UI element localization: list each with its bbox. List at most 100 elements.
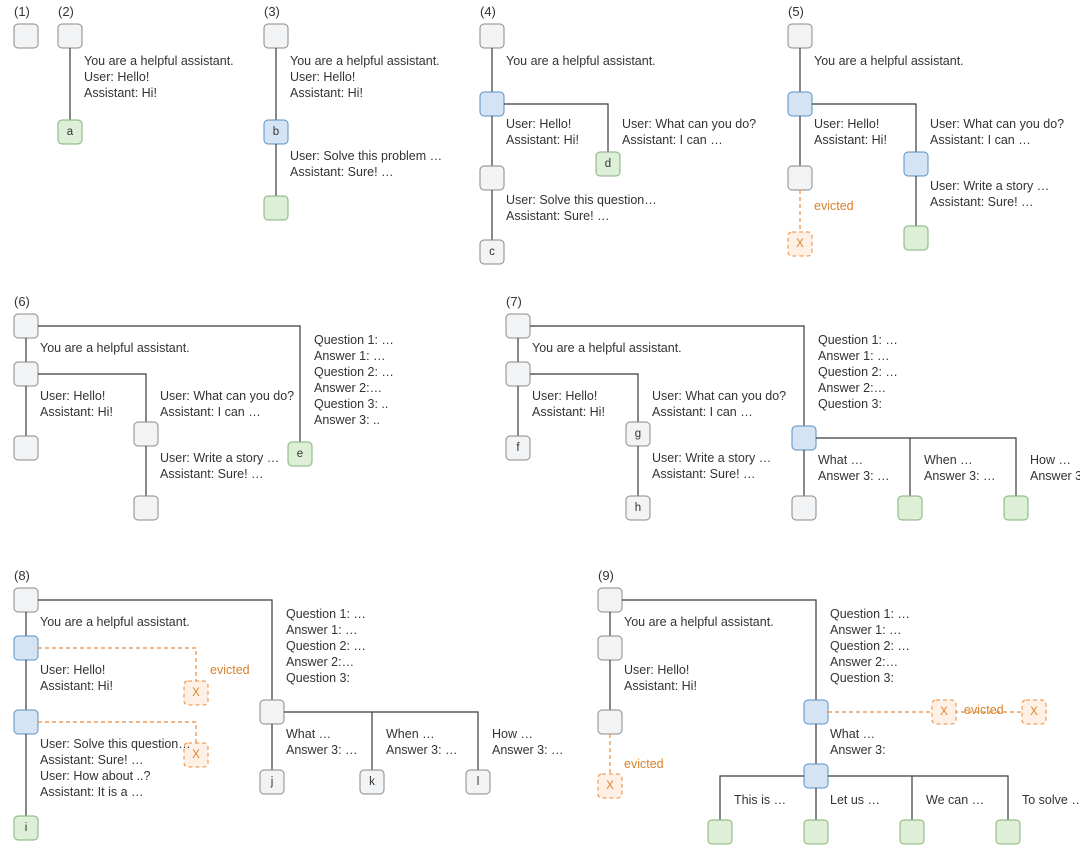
p1-root-node [14, 24, 38, 48]
p7-what: What … [818, 453, 863, 467]
p7-what-a: Answer 3: … [818, 469, 890, 483]
p7-how-a: Answer 3: … [1030, 469, 1080, 483]
p4-l-a: Assistant: Hi! [506, 133, 579, 147]
p6-m-node [134, 422, 158, 446]
p7-q1: Question 1: … [818, 333, 898, 347]
p7-l-a: Assistant: Hi! [532, 405, 605, 419]
p8-b1 [14, 636, 38, 660]
p3-u2: User: Solve this problem … [290, 149, 442, 163]
p7-m-u2: User: Write a story … [652, 451, 771, 465]
p5-fork [788, 92, 812, 116]
p7-m-u: User: What can you do? [652, 389, 786, 403]
p6-m-a: Assistant: I can … [160, 405, 261, 419]
p9-leaf1 [708, 820, 732, 844]
p9-q3: Question 3: [830, 671, 894, 685]
p8-ev1-x: X [192, 687, 200, 699]
p8-q2: Question 2: … [286, 639, 366, 653]
p6-m-u2: User: Write a story … [160, 451, 279, 465]
p9-q1: Question 1: … [830, 607, 910, 621]
p7-when-leaf [898, 496, 922, 520]
p9-leaf4 [996, 820, 1020, 844]
p7-m-a: Assistant: I can … [652, 405, 753, 419]
p6-leaf-e-label: e [297, 448, 303, 460]
p8-how: How … [492, 727, 533, 741]
panel-9-label: (9) [598, 568, 614, 583]
p6-m-leaf [134, 496, 158, 520]
p9-root [598, 588, 622, 612]
p9-inner-fork [804, 764, 828, 788]
p9-a2q: Answer 2:… [830, 655, 898, 669]
p6-l-u: User: Hello! [40, 389, 105, 403]
p5-l-u: User: Hello! [814, 117, 879, 131]
p9-a1: Assistant: Hi! [624, 679, 697, 693]
p8-how-a: Answer 3: … [492, 743, 564, 757]
p8-what: What … [286, 727, 331, 741]
p3-leaf [264, 196, 288, 220]
p7-leaf-g-label: g [635, 428, 641, 440]
p6-q3: Question 3: .. [314, 397, 388, 411]
p5-r-a: Assistant: I can … [930, 133, 1031, 147]
p7-when: When … [924, 453, 973, 467]
p5-sys: You are a helpful assistant. [814, 54, 964, 68]
p2-sys: You are a helpful assistant. [84, 54, 234, 68]
p8-sys: You are a helpful assistant. [40, 615, 190, 629]
panel-6-label: (6) [14, 294, 30, 309]
p7-q3: Question 3: [818, 397, 882, 411]
p9-evR-t: evicted [964, 703, 1004, 717]
p8-a1: Assistant: Hi! [40, 679, 113, 693]
p9-q2: Question 2: … [830, 639, 910, 653]
p8-a2q: Answer 2:… [286, 655, 354, 669]
p9-u1: User: Hello! [624, 663, 689, 677]
p7-n1 [506, 362, 530, 386]
p5-evict-x: X [796, 238, 804, 250]
p8-q-fork [260, 700, 284, 724]
p3-root [264, 24, 288, 48]
p5-l-node [788, 166, 812, 190]
p7-qfork-c [804, 438, 1016, 496]
p8-u3: User: How about ..? [40, 769, 151, 783]
p4-leaf-c-label: c [489, 246, 495, 258]
p3-sys: You are a helpful assistant. [290, 54, 440, 68]
p6-m-u: User: What can you do? [160, 389, 294, 403]
p7-how-leaf [1004, 496, 1028, 520]
tree-diagram-figure: (1) (2) You are a helpful assistant. Use… [0, 0, 1080, 861]
p8-when: When … [386, 727, 435, 741]
p7-when-a: Answer 3: … [924, 469, 996, 483]
p5-evict-label: evicted [814, 199, 854, 213]
p2-u1: User: Hello! [84, 70, 149, 84]
p8-j-label: j [270, 776, 274, 788]
p6-q2: Question 2: … [314, 365, 394, 379]
p5-r-node [904, 152, 928, 176]
p3-u1: User: Hello! [290, 70, 355, 84]
panel-2-label: (2) [58, 4, 74, 19]
p9-t1: This is … [734, 793, 786, 807]
p9-q-fork [804, 700, 828, 724]
p8-a2: Assistant: Sure! … [40, 753, 144, 767]
p7-a1: Answer 1: … [818, 349, 890, 363]
p8-leaf-i-label: i [25, 822, 28, 834]
p5-r-u: User: What can you do? [930, 117, 1064, 131]
p7-root [506, 314, 530, 338]
p7-a2: Answer 2:… [818, 381, 886, 395]
p2-leaf-a-label: a [67, 126, 74, 138]
p3-a1: Assistant: Hi! [290, 86, 363, 100]
panel-4-label: (4) [480, 4, 496, 19]
p6-a3: Answer 3: .. [314, 413, 380, 427]
p4-l-node [480, 166, 504, 190]
p7-q2: Question 2: … [818, 365, 898, 379]
p9-evL-x: X [606, 780, 614, 792]
p9-evR1-x: X [940, 706, 948, 718]
p4-l-u: User: Hello! [506, 117, 571, 131]
panel-8-label: (8) [14, 568, 30, 583]
p5-root [788, 24, 812, 48]
p6-q1: Question 1: … [314, 333, 394, 347]
p6-l-leaf [14, 436, 38, 460]
p3-a2: Assistant: Sure! … [290, 165, 394, 179]
p5-r-leaf [904, 226, 928, 250]
p8-what-a: Answer 3: … [286, 743, 358, 757]
p9-what-a: Answer 3: [830, 743, 886, 757]
p4-l-u2: User: Solve this question… [506, 193, 657, 207]
p9-t2: Let us … [830, 793, 880, 807]
p9-n2 [598, 710, 622, 734]
p4-root [480, 24, 504, 48]
